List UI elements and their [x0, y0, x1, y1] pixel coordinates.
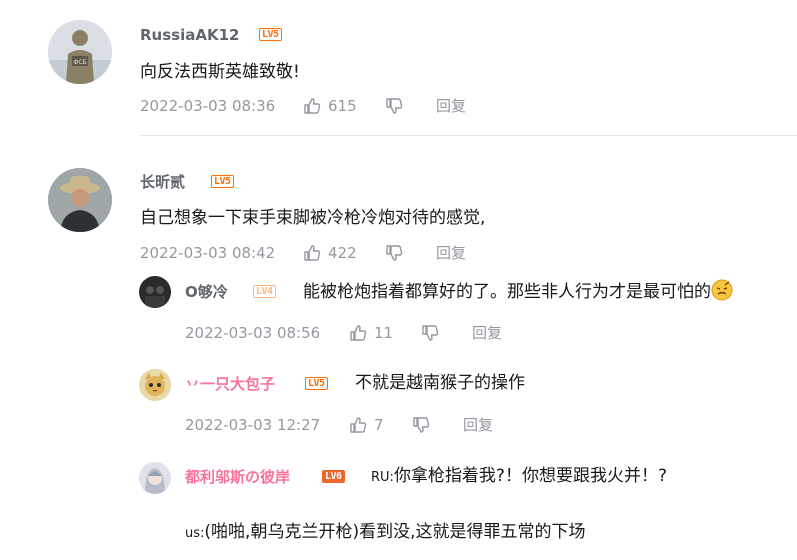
- username[interactable]: 长昕贰: [140, 172, 185, 192]
- emoji-icon: [711, 279, 733, 301]
- like-button[interactable]: 7: [348, 415, 384, 435]
- thumb-down-icon: [386, 98, 403, 114]
- reply-text-body: (啪啪,朝乌克兰开枪)看到没,这就是得罪五常的下场: [204, 522, 586, 542]
- dislike-button[interactable]: [384, 96, 410, 116]
- username[interactable]: O够冷: [185, 282, 228, 302]
- like-button[interactable]: 615: [302, 96, 357, 116]
- like-count: 615: [328, 97, 357, 115]
- username[interactable]: 都利邬斯の彼岸: [185, 467, 290, 487]
- reply-time: 2022-03-03 12:27: [185, 416, 321, 434]
- like-count: 7: [374, 416, 384, 434]
- divider: [140, 135, 797, 136]
- avatar[interactable]: ФСБ: [48, 20, 112, 84]
- thumb-down-icon: [386, 245, 403, 261]
- dislike-button[interactable]: [411, 415, 437, 435]
- avatar[interactable]: [139, 462, 171, 494]
- level-badge: LV4: [253, 285, 276, 298]
- reply-text: 能被枪炮指着都算好的了。那些非人行为才是最可怕的: [303, 279, 733, 304]
- reply-text: 不就是越南猴子的操作: [355, 373, 525, 393]
- thumb-up-icon: [304, 98, 321, 114]
- username[interactable]: RussiaAK12: [140, 25, 239, 45]
- reply-button[interactable]: 回复: [472, 323, 502, 343]
- svg-text:ФСБ: ФСБ: [73, 59, 86, 66]
- level-badge: LV5: [259, 28, 282, 41]
- username[interactable]: 丷一只大包子: [185, 374, 275, 394]
- level-badge: LV5: [211, 175, 234, 188]
- reply-button[interactable]: 回复: [436, 243, 466, 263]
- avatar[interactable]: [139, 276, 171, 308]
- thumb-down-icon: [413, 417, 430, 433]
- reply-text-continued: us:(啪啪,朝乌克兰开枪)看到没,这就是得罪五常的下场: [185, 520, 585, 546]
- reply-text-body: 能被枪炮指着都算好的了。那些非人行为才是最可怕的: [303, 282, 711, 302]
- level-badge: LV5: [305, 377, 328, 390]
- thumb-down-icon: [422, 325, 439, 341]
- thumb-up-icon: [304, 245, 321, 261]
- dislike-button[interactable]: [420, 323, 446, 343]
- thumb-up-icon: [350, 325, 367, 341]
- comment-text: 自己想象一下束手束脚被冷枪冷炮对待的感觉,: [140, 208, 486, 228]
- reply-prefix: us:: [185, 526, 205, 541]
- level-badge: LV6: [322, 470, 345, 483]
- reply-button[interactable]: 回复: [436, 96, 466, 116]
- reply-text: RU:你拿枪指着我?！你想要跟我火并！?: [371, 464, 667, 490]
- like-button[interactable]: 422: [302, 243, 357, 263]
- reply-time: 2022-03-03 08:56: [185, 324, 321, 342]
- avatar[interactable]: [139, 369, 171, 401]
- reply-button[interactable]: 回复: [463, 415, 493, 435]
- comment-time: 2022-03-03 08:36: [140, 97, 276, 115]
- comment-time: 2022-03-03 08:42: [140, 244, 276, 262]
- avatar[interactable]: [48, 168, 112, 232]
- reply-prefix: RU:: [371, 470, 394, 485]
- dislike-button[interactable]: [384, 243, 410, 263]
- comment-text: 向反法西斯英雄致敬!: [140, 62, 300, 82]
- thumb-up-icon: [350, 417, 367, 433]
- reply-text-body: 你拿枪指着我?！你想要跟我火并！?: [393, 466, 667, 486]
- like-button[interactable]: 11: [348, 323, 393, 343]
- like-count: 11: [374, 324, 394, 342]
- like-count: 422: [328, 244, 357, 262]
